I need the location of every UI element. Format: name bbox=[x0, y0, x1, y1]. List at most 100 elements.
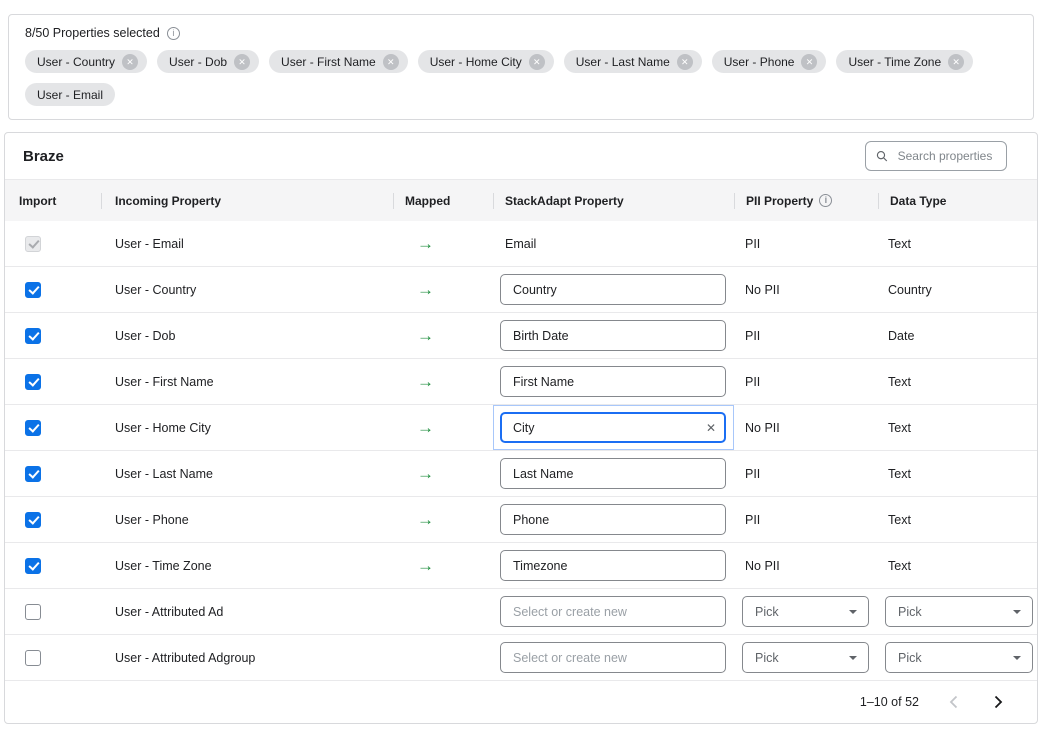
chip-remove-icon[interactable]: ✕ bbox=[529, 54, 545, 70]
data-type-dropdown[interactable]: Pick bbox=[885, 642, 1033, 673]
chevron-down-icon bbox=[849, 610, 857, 614]
clear-input-icon[interactable]: ✕ bbox=[706, 422, 716, 434]
pagination-range: 1–10 of 52 bbox=[860, 695, 919, 709]
import-checkbox[interactable] bbox=[25, 650, 41, 666]
chip-remove-icon[interactable]: ✕ bbox=[677, 54, 693, 70]
pii-property-dropdown[interactable]: Pick bbox=[742, 642, 869, 673]
import-checkbox[interactable] bbox=[25, 420, 41, 436]
selected-property-chips: User - Country✕User - Dob✕User - First N… bbox=[25, 50, 1017, 106]
import-checkbox[interactable] bbox=[25, 604, 41, 620]
incoming-property-label: User - Attributed Adgroup bbox=[115, 651, 255, 665]
table-row: User - Attributed Ad Pick Pick bbox=[5, 589, 1037, 635]
property-chip: User - Last Name ✕ bbox=[564, 50, 702, 73]
stackadapt-property-input[interactable] bbox=[500, 596, 726, 627]
column-header-label: StackAdapt Property bbox=[505, 194, 624, 208]
stackadapt-property-input[interactable] bbox=[500, 274, 726, 305]
import-checkbox[interactable] bbox=[25, 328, 41, 344]
pii-property-value: PII bbox=[745, 329, 760, 343]
info-icon[interactable]: i bbox=[167, 27, 180, 40]
incoming-property-label: User - First Name bbox=[115, 375, 214, 389]
mapping-table-card: Braze ImportIncoming PropertyMappedStack… bbox=[4, 132, 1038, 724]
stackadapt-property-input[interactable] bbox=[500, 642, 726, 673]
incoming-property-label: User - Phone bbox=[115, 513, 189, 527]
pagination-prev-button[interactable] bbox=[945, 693, 963, 711]
pii-dropdown-label: Pick bbox=[755, 605, 779, 619]
data-type-value: Date bbox=[888, 329, 914, 343]
table-row: User - Email → Email PII Text bbox=[5, 221, 1037, 267]
chip-remove-icon[interactable]: ✕ bbox=[948, 54, 964, 70]
mapped-arrow-icon: → bbox=[417, 281, 434, 298]
chevron-down-icon bbox=[1013, 610, 1021, 614]
card-title: Braze bbox=[23, 148, 64, 165]
pii-property-value: PII bbox=[745, 375, 760, 389]
table-row: User - First Name → PII Text bbox=[5, 359, 1037, 405]
table-row: User - Time Zone → No PII Text bbox=[5, 543, 1037, 589]
column-header-label: PII Property bbox=[746, 194, 813, 208]
import-checkbox[interactable] bbox=[25, 374, 41, 390]
stackadapt-property-input[interactable] bbox=[500, 366, 726, 397]
property-chip: User - Home City✕ bbox=[418, 50, 554, 73]
pii-property-value: PII bbox=[745, 237, 760, 251]
import-checkbox[interactable] bbox=[25, 236, 41, 252]
data-type-value: Text bbox=[888, 513, 911, 527]
property-chip: User - Dob✕ bbox=[157, 50, 259, 73]
search-input[interactable] bbox=[896, 148, 996, 164]
search-box[interactable] bbox=[865, 141, 1007, 171]
chip-label: User - Last Name bbox=[576, 55, 670, 69]
table-row: User - Last Name → PII Text bbox=[5, 451, 1037, 497]
incoming-property-label: User - Attributed Ad bbox=[115, 605, 223, 619]
table-row: User - Phone → PII Text bbox=[5, 497, 1037, 543]
table-column-headers: ImportIncoming PropertyMappedStackAdapt … bbox=[5, 179, 1037, 221]
chevron-down-icon bbox=[849, 656, 857, 660]
incoming-property-label: User - Last Name bbox=[115, 467, 213, 481]
chip-remove-icon[interactable]: ✕ bbox=[801, 54, 817, 70]
data-type-dropdown-label: Pick bbox=[898, 651, 922, 665]
selection-bar: 8/50 Properties selected i User - Countr… bbox=[8, 14, 1034, 120]
column-header-stackadapt-property: StackAdapt Property bbox=[493, 180, 734, 221]
chip-remove-icon[interactable]: ✕ bbox=[383, 54, 399, 70]
table-row: User - Attributed Adgroup Pick Pick bbox=[5, 635, 1037, 681]
stackadapt-property-input[interactable] bbox=[500, 412, 726, 443]
mapped-arrow-icon: → bbox=[417, 419, 434, 436]
chip-label: User - First Name bbox=[281, 55, 376, 69]
stackadapt-property-input[interactable] bbox=[500, 320, 726, 351]
stackadapt-property-input[interactable] bbox=[500, 458, 726, 489]
info-icon[interactable]: i bbox=[819, 194, 832, 207]
data-type-value: Text bbox=[888, 237, 911, 251]
pii-property-value: PII bbox=[745, 467, 760, 481]
pii-property-dropdown[interactable]: Pick bbox=[742, 596, 869, 627]
chip-label: User - Country bbox=[37, 55, 115, 69]
mapped-arrow-icon: → bbox=[417, 373, 434, 390]
stackadapt-property-input[interactable] bbox=[500, 504, 726, 535]
chip-label: User - Email bbox=[37, 88, 103, 102]
stackadapt-property-input[interactable] bbox=[500, 550, 726, 581]
table-body: User - Email → Email PII Text User - Cou… bbox=[5, 221, 1037, 681]
pii-property-value: PII bbox=[745, 513, 760, 527]
incoming-property-label: User - Time Zone bbox=[115, 559, 212, 573]
table-row: User - Dob → PII Date bbox=[5, 313, 1037, 359]
import-checkbox[interactable] bbox=[25, 466, 41, 482]
import-checkbox[interactable] bbox=[25, 512, 41, 528]
column-header-incoming-property: Incoming Property bbox=[101, 180, 393, 221]
mapped-arrow-icon: → bbox=[417, 511, 434, 528]
search-icon bbox=[876, 149, 888, 163]
incoming-property-label: User - Dob bbox=[115, 329, 175, 343]
property-chip: User - First Name ✕ bbox=[269, 50, 408, 73]
column-header-label: Data Type bbox=[890, 194, 946, 208]
selection-summary: 8/50 Properties selected bbox=[25, 26, 160, 40]
incoming-property-label: User - Email bbox=[115, 237, 184, 251]
data-type-dropdown[interactable]: Pick bbox=[885, 596, 1033, 627]
import-checkbox[interactable] bbox=[25, 282, 41, 298]
table-footer: 1–10 of 52 bbox=[5, 681, 1037, 723]
pagination-next-button[interactable] bbox=[989, 693, 1007, 711]
incoming-property-label: User - Home City bbox=[115, 421, 211, 435]
column-header-data-type: Data Type bbox=[878, 180, 1038, 221]
mapped-arrow-icon: → bbox=[417, 557, 434, 574]
pii-property-value: No PII bbox=[745, 559, 780, 573]
import-checkbox[interactable] bbox=[25, 558, 41, 574]
mapped-arrow-icon: → bbox=[417, 327, 434, 344]
data-type-dropdown-label: Pick bbox=[898, 605, 922, 619]
chip-remove-icon[interactable]: ✕ bbox=[234, 54, 250, 70]
chip-remove-icon[interactable]: ✕ bbox=[122, 54, 138, 70]
pii-dropdown-label: Pick bbox=[755, 651, 779, 665]
